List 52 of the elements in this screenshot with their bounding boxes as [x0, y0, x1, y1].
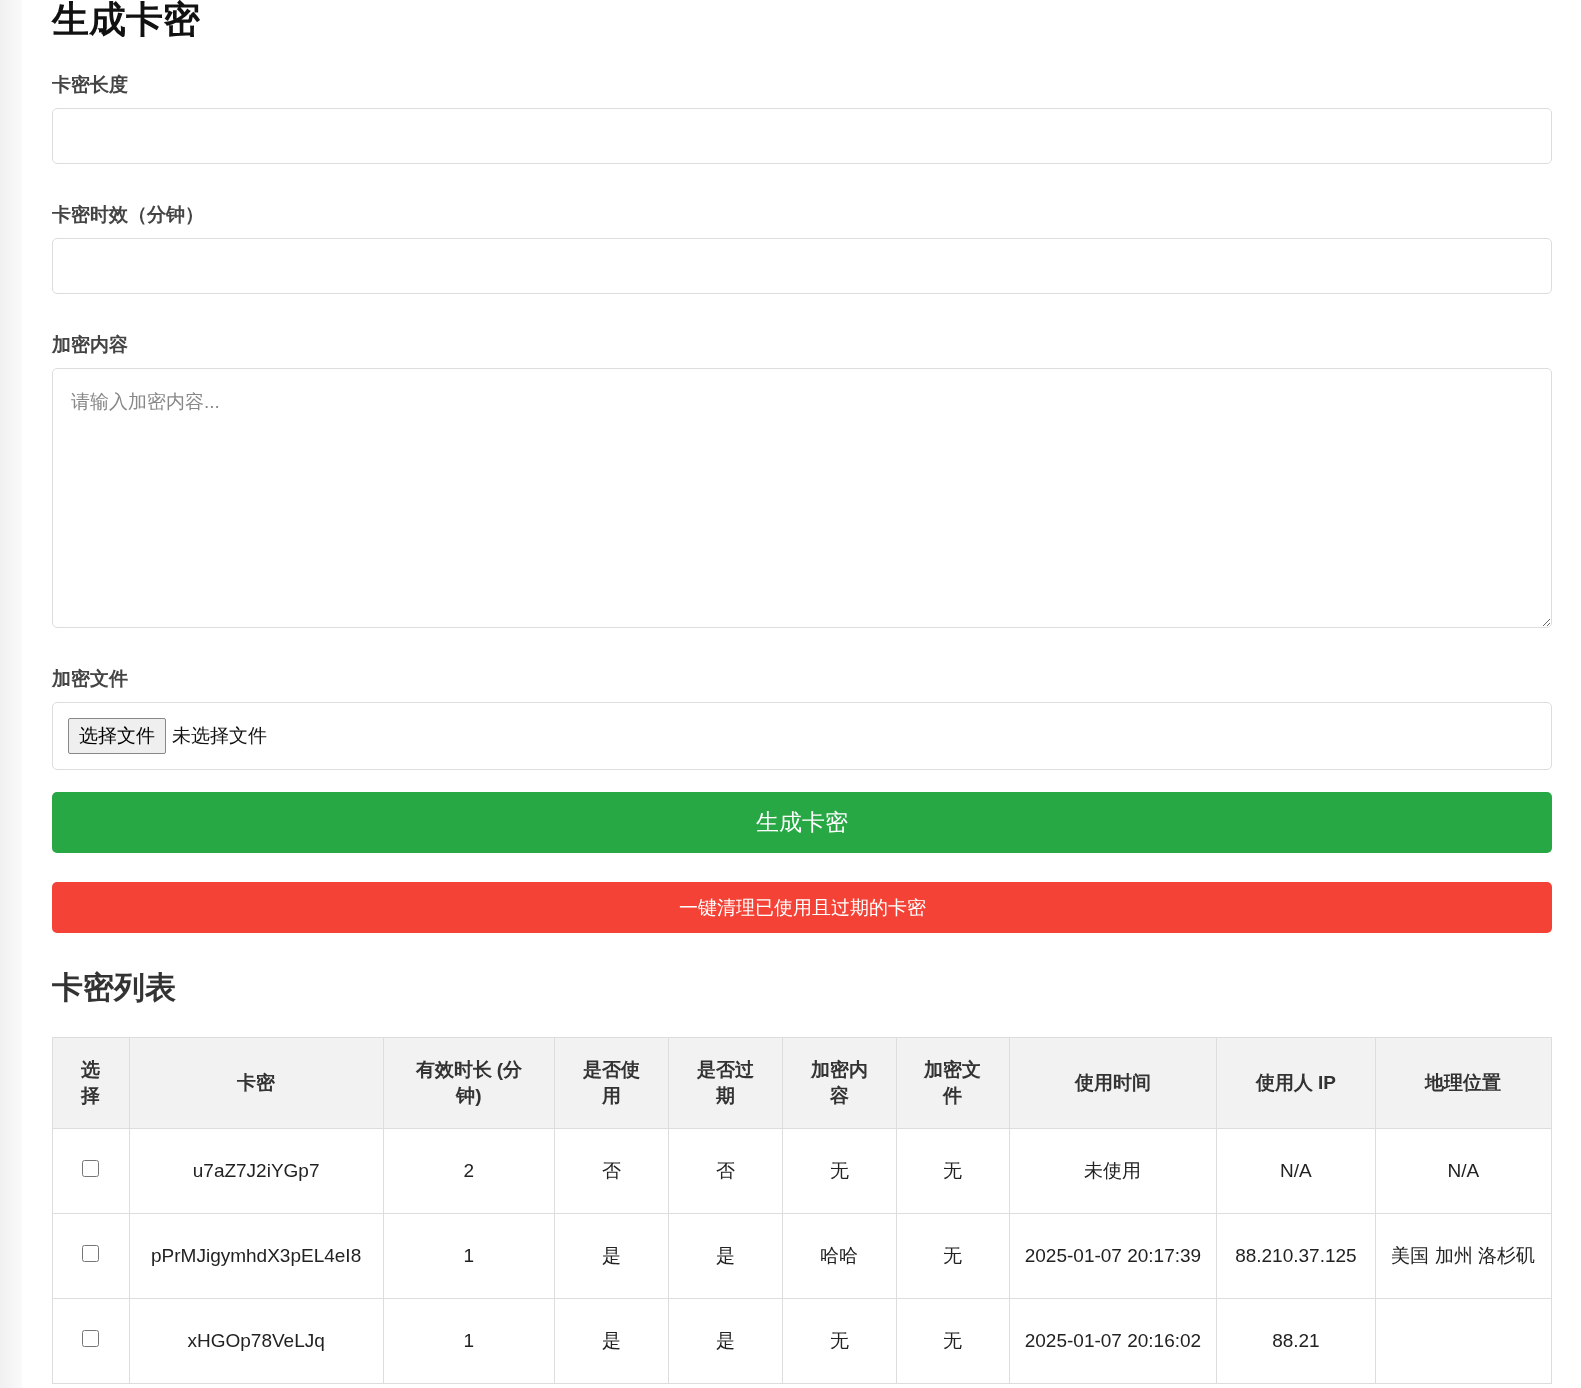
column-header: 加密文件	[896, 1037, 1010, 1129]
table-cell: N/A	[1375, 1128, 1552, 1214]
table-cell: 否	[554, 1128, 669, 1214]
table-cell: xHGOp78VeLJq	[129, 1298, 384, 1384]
column-header: 卡密	[129, 1037, 384, 1129]
section-title: 卡密列表	[52, 969, 177, 1007]
table-cell: N/A	[1216, 1128, 1376, 1214]
text-area[interactable]: 请输入加密内容...	[52, 368, 1552, 628]
column-header: 使用时间	[1009, 1037, 1217, 1129]
table-cell: 无	[896, 1213, 1010, 1299]
field-label: 加密内容	[52, 333, 129, 357]
table-cell: 88.210.37.125	[1216, 1213, 1376, 1299]
table-cell: 2025-01-07 20:17:39	[1009, 1213, 1217, 1299]
field-label: 卡密长度	[52, 73, 129, 97]
table-cell: 无	[782, 1298, 897, 1384]
choose-file-button[interactable]: 选择文件	[68, 718, 166, 754]
column-header: 是否过期	[668, 1037, 783, 1129]
file-field[interactable]: 选择文件 未选择文件	[52, 702, 1552, 770]
table-cell: 无	[896, 1128, 1010, 1214]
column-header: 地理位置	[1375, 1037, 1552, 1129]
table-cell: 否	[668, 1128, 783, 1214]
row-checkbox[interactable]	[82, 1245, 100, 1262]
column-header: 有效时长 (分钟)	[383, 1037, 555, 1129]
table-cell: 1	[383, 1298, 555, 1384]
table-cell: 无	[896, 1298, 1010, 1384]
table-cell: 是	[668, 1298, 783, 1384]
table-cell: 2	[383, 1128, 555, 1214]
table-cell: pPrMJigymhdX3pEL4eI8	[129, 1213, 384, 1299]
table-cell: 2025-01-07 20:16:02	[1009, 1298, 1217, 1384]
input-field[interactable]	[52, 108, 1552, 164]
table-cell: 是	[554, 1298, 669, 1384]
table-cell: 是	[668, 1213, 783, 1299]
field-label: 卡密时效（分钟）	[52, 203, 205, 227]
table-cell: 美国 加州 洛杉矶	[1375, 1213, 1552, 1299]
table-cell: 无	[782, 1128, 897, 1214]
table-cell: u7aZ7J2iYGp7	[129, 1128, 384, 1214]
field-label: 加密文件	[52, 667, 129, 691]
table-cell: 1	[383, 1213, 555, 1299]
row-checkbox[interactable]	[82, 1160, 100, 1177]
clean-button[interactable]: 一键清理已使用且过期的卡密	[52, 882, 1552, 933]
table-cell: 是	[554, 1213, 669, 1299]
column-header: 选择	[52, 1037, 130, 1129]
file-status: 未选择文件	[172, 724, 267, 748]
page-title: 生成卡密	[52, 0, 201, 42]
table-cell: 哈哈	[782, 1213, 897, 1299]
column-header: 使用人 IP	[1216, 1037, 1376, 1129]
column-header: 加密内容	[782, 1037, 897, 1129]
table-cell: 未使用	[1009, 1128, 1217, 1214]
column-header: 是否使用	[554, 1037, 669, 1129]
row-checkbox[interactable]	[82, 1330, 100, 1347]
table-cell: 88.21	[1216, 1298, 1376, 1384]
input-field[interactable]	[52, 238, 1552, 294]
